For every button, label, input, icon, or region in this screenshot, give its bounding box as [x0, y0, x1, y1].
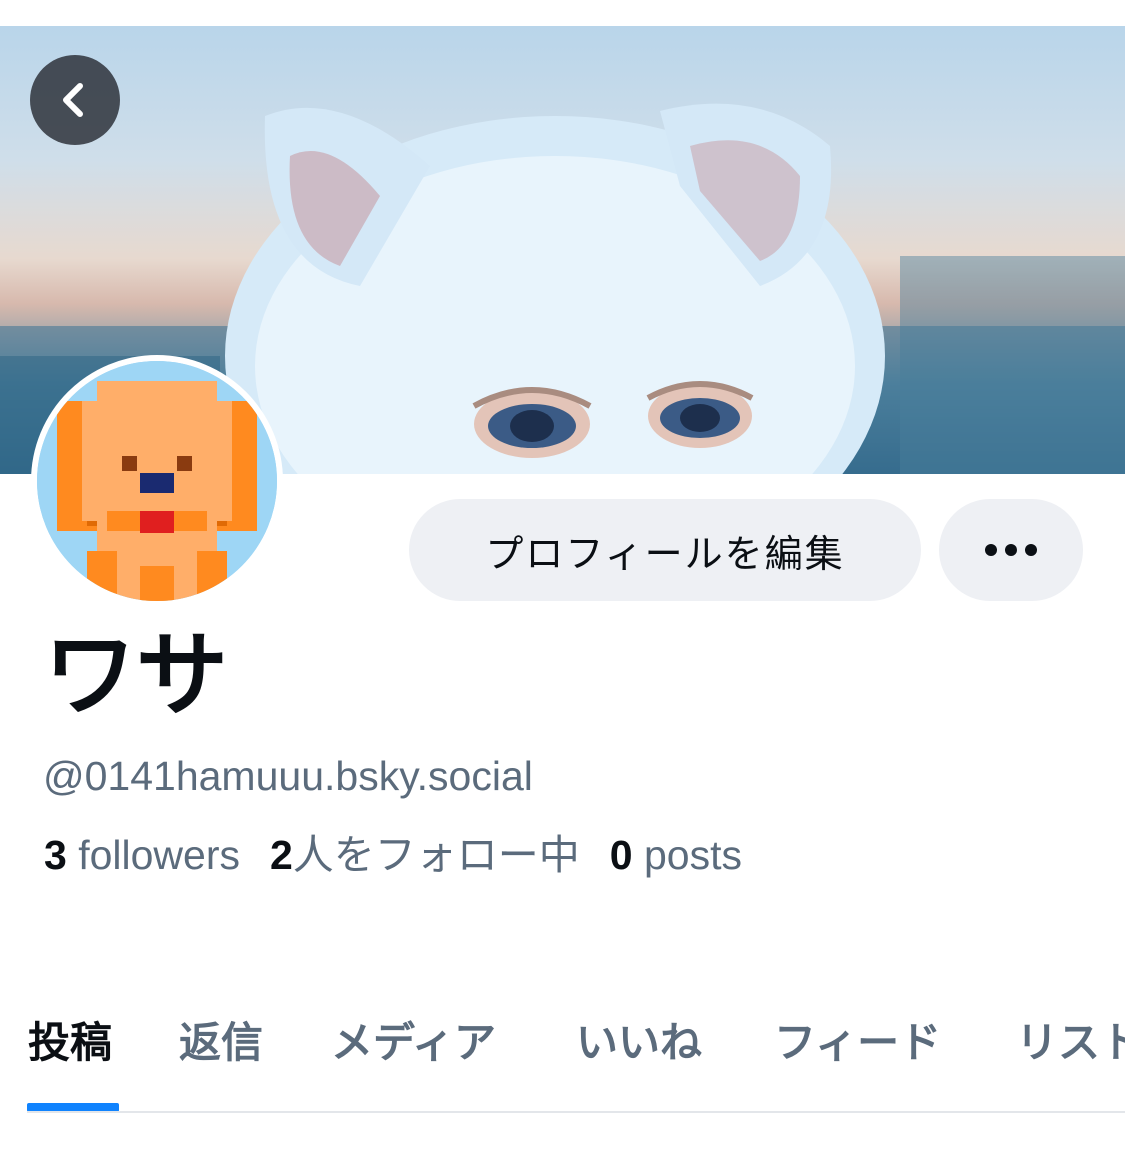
posts-label: posts: [632, 832, 742, 878]
following-label: 人をフォロー中: [292, 832, 580, 878]
following-count: 2: [269, 832, 293, 878]
ellipsis-icon: [985, 544, 1037, 556]
tab-posts[interactable]: 投稿: [28, 1018, 112, 1068]
tab-feeds[interactable]: フィード: [774, 1018, 941, 1068]
posts-stat: 0 posts: [610, 831, 742, 880]
avatar[interactable]: [31, 355, 283, 607]
profile-tabs: 投稿 返信 メディア いいね フィード リスト: [0, 1000, 1125, 1112]
tab-lists[interactable]: リスト: [1016, 1018, 1125, 1068]
followers-label: followers: [66, 832, 240, 878]
tab-media[interactable]: メディア: [331, 1018, 496, 1068]
tab-replies[interactable]: 返信: [179, 1018, 263, 1068]
profile-stats: 3 followers 2人をフォロー中 0 posts: [44, 831, 772, 880]
followers-stat[interactable]: 3 followers: [44, 831, 240, 880]
more-options-button[interactable]: [939, 499, 1083, 601]
back-button[interactable]: [30, 55, 120, 145]
chevron-left-icon: [63, 83, 83, 117]
edit-profile-button[interactable]: プロフィールを編集: [409, 499, 921, 601]
profile-handle: @0141hamuuu.bsky.social: [43, 753, 533, 799]
followers-count: 3: [44, 832, 67, 878]
tabs-divider: [27, 1111, 1125, 1113]
following-stat[interactable]: 2人をフォロー中: [270, 831, 580, 880]
avatar-image: [37, 361, 277, 601]
posts-count: 0: [609, 832, 633, 878]
tab-likes[interactable]: いいね: [576, 1018, 702, 1068]
display-name: ワサ: [44, 622, 229, 729]
